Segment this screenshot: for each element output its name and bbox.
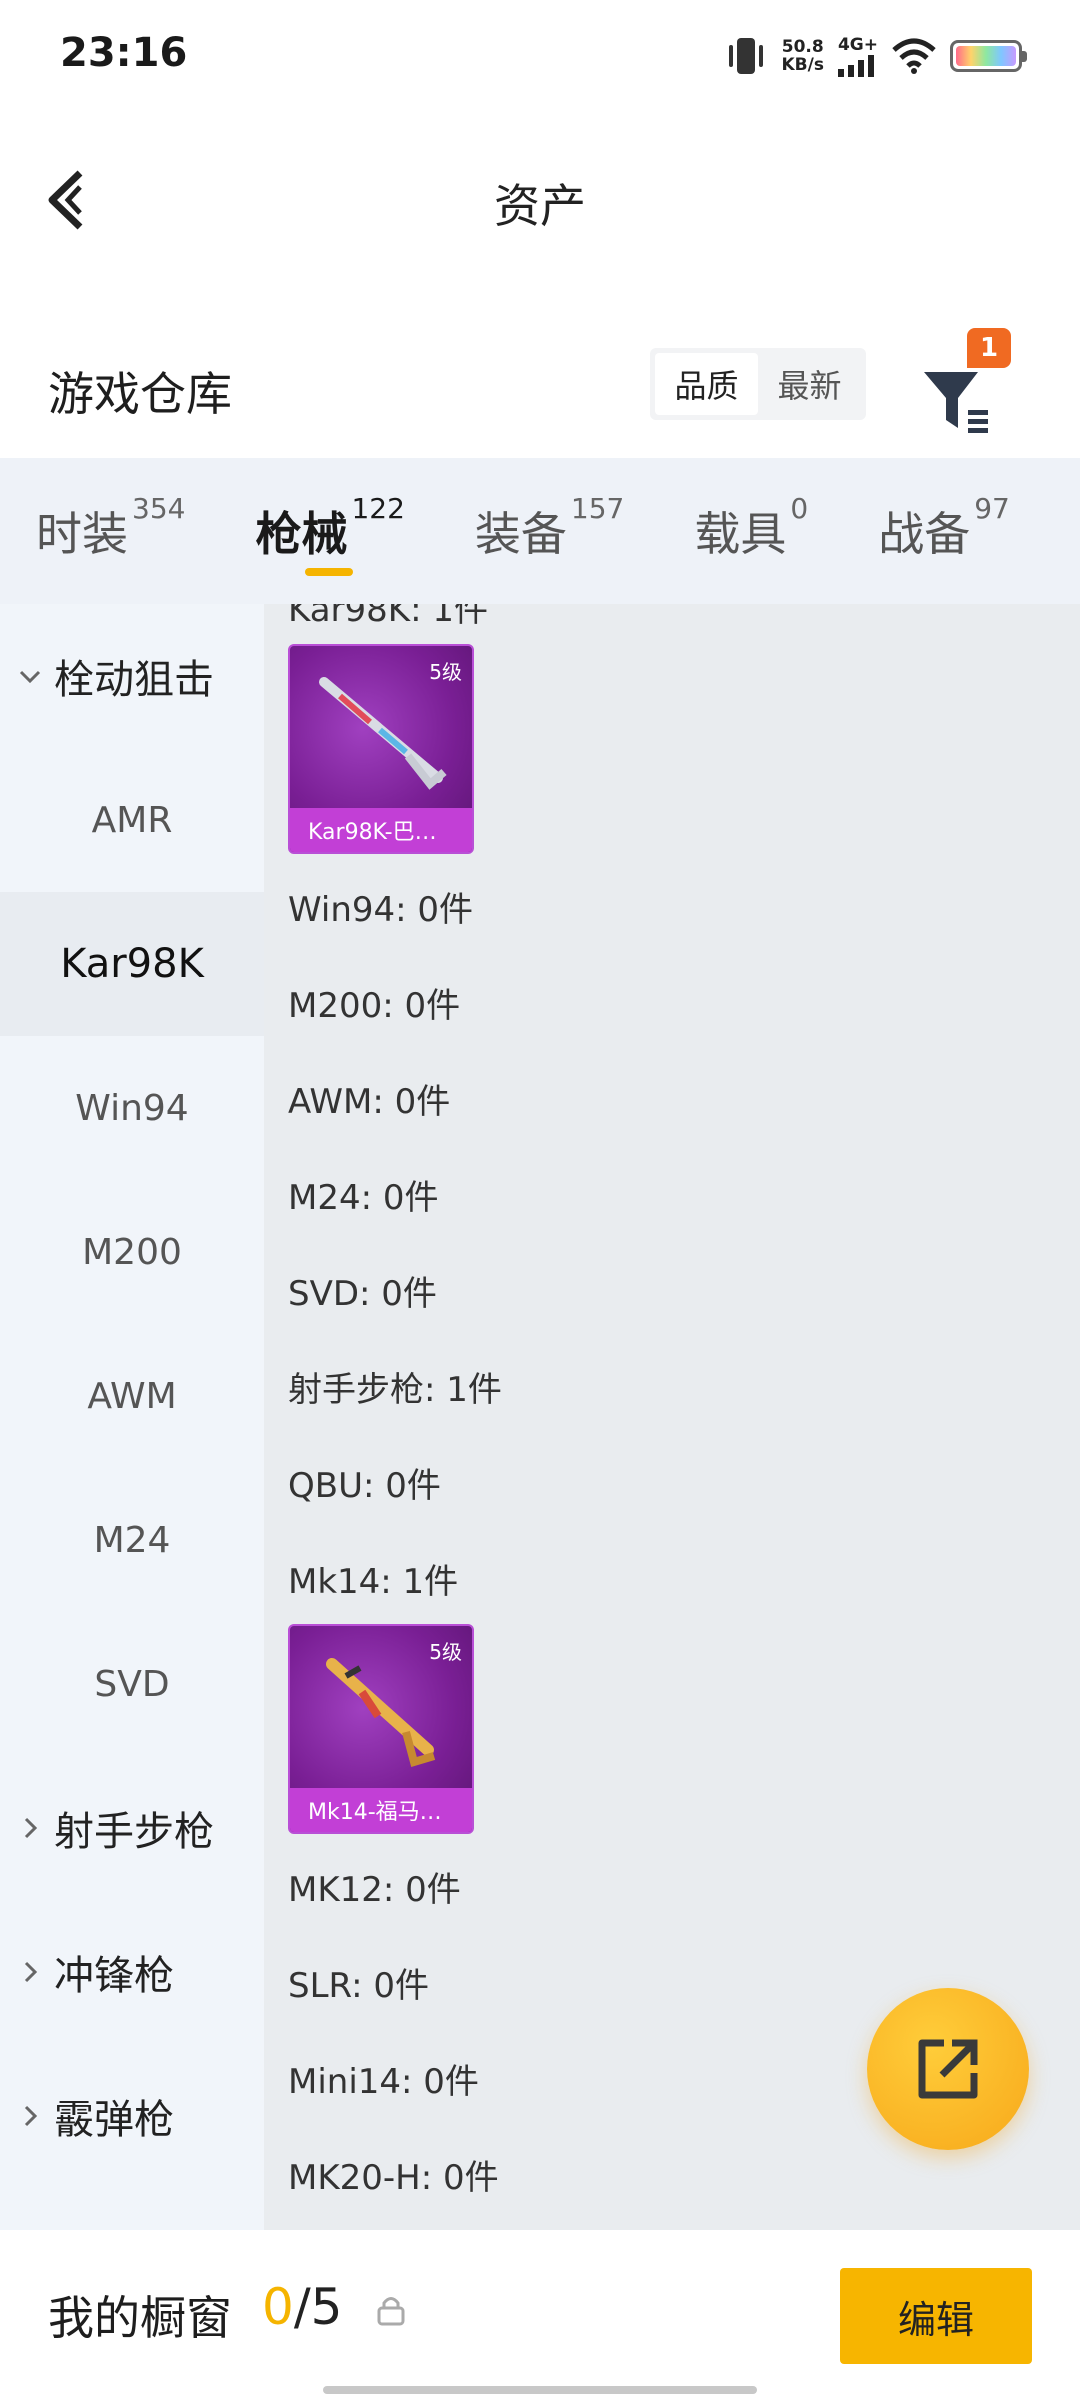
category-tabs: 时装 354 枪械 122 装备 157 载具 0 战备 97 <box>0 458 1080 604</box>
tab-firearms[interactable]: 枪械 122 <box>255 458 405 576</box>
sidebar-item-m24[interactable]: M24 <box>0 1468 264 1612</box>
sidebar-item-awm[interactable]: AWM <box>0 1324 264 1468</box>
sort-segmented-control: 品质 最新 <box>650 348 866 420</box>
warehouse-title: 游戏仓库 <box>48 367 232 421</box>
list-item: Win94: 0件 <box>288 890 474 930</box>
home-indicator[interactable] <box>323 2386 757 2394</box>
list-item: QBU: 0件 <box>288 1466 441 1506</box>
share-button[interactable] <box>867 1988 1029 2150</box>
showcase-count: 0/5 <box>262 2278 343 2336</box>
sidebar-group-marksman[interactable]: 射手步枪 <box>18 1756 264 1900</box>
list-item: AWM: 0件 <box>288 1082 451 1122</box>
status-icons: 50.8 KB/s 4G+ <box>724 30 1027 82</box>
sort-option-newest[interactable]: 最新 <box>758 353 861 415</box>
sidebar-item-amr[interactable]: AMR <box>0 748 264 892</box>
list-item: M200: 0件 <box>288 986 461 1026</box>
tab-vehicles[interactable]: 载具 0 <box>694 458 808 564</box>
sidebar-item-win94[interactable]: Win94 <box>0 1036 264 1180</box>
list-item: M24: 0件 <box>288 1178 439 1218</box>
network-speed: 50.8 KB/s <box>781 37 824 75</box>
showcase-title: 我的橱窗 <box>48 2291 232 2345</box>
tab-supplies[interactable]: 战备 97 <box>878 458 1010 564</box>
list-item: 射手步枪: 1件 <box>288 1370 502 1410</box>
list-item: MK12: 0件 <box>288 1870 461 1910</box>
lock-icon <box>377 2297 405 2326</box>
tab-fashion[interactable]: 时装 354 <box>36 458 185 564</box>
wifi-icon <box>892 38 936 74</box>
list-item: MK20-H: 0件 <box>288 2158 499 2198</box>
signal-bars-icon <box>837 55 874 77</box>
status-time: 23:16 <box>60 30 188 76</box>
edit-button[interactable]: 编辑 <box>840 2268 1032 2364</box>
list-item: Mk14: 1件 <box>288 1562 459 1602</box>
tab-equipment[interactable]: 装备 157 <box>475 458 624 564</box>
sidebar-group-shotgun[interactable]: 霰弹枪 <box>18 2044 264 2188</box>
sidebar-group-smg[interactable]: 冲锋枪 <box>18 1900 264 2044</box>
sidebar-item-m200[interactable]: M200 <box>0 1180 264 1324</box>
marksman-rifle-icon <box>326 1658 436 1768</box>
chevron-right-icon <box>24 1961 38 1983</box>
chevron-down-icon <box>19 670 41 684</box>
weapon-category-sidebar: 栓动狙击 AMR Kar98K Win94 M200 AWM M24 SVD 射… <box>0 604 264 2230</box>
weapon-list: Kar98K: 1件 5级 Kar98K-巴… Win94: 0件 M200: … <box>264 604 1080 2230</box>
active-tab-indicator <box>305 568 354 576</box>
cellular-signal: 4G+ <box>837 35 878 77</box>
sniper-rifle-icon <box>319 677 447 790</box>
battery-icon <box>950 40 1027 72</box>
app-header: 资产 <box>0 115 1080 280</box>
list-item: SVD: 0件 <box>288 1274 437 1314</box>
list-item: Mini14: 0件 <box>288 2062 479 2102</box>
chevron-right-icon <box>24 2105 38 2127</box>
showcase-bar: 我的橱窗 0/5 编辑 <box>0 2230 1080 2400</box>
sidebar-item-svd[interactable]: SVD <box>0 1612 264 1756</box>
warehouse-header: 游戏仓库 品质 最新 <box>0 320 1080 460</box>
page-title: 资产 <box>494 179 586 233</box>
sidebar-item-kar98k[interactable]: Kar98K <box>0 892 264 1036</box>
chevron-right-icon <box>24 1817 38 1839</box>
list-item: Kar98K: 1件 <box>288 604 488 630</box>
list-item: SLR: 0件 <box>288 1966 429 2006</box>
filter-count-badge: 1 <box>967 328 1011 368</box>
status-bar: 23:16 50.8 KB/s 4G+ <box>0 0 1080 115</box>
item-card-mk14[interactable]: 5级 Mk14-福马… <box>288 1624 474 1834</box>
sort-option-quality[interactable]: 品质 <box>655 353 758 415</box>
external-link-icon <box>918 2039 978 2099</box>
vibrate-icon <box>728 38 763 74</box>
sidebar-group-bolt-sniper[interactable]: 栓动狙击 <box>18 604 264 748</box>
item-card-kar98k[interactable]: 5级 Kar98K-巴… <box>288 644 474 854</box>
